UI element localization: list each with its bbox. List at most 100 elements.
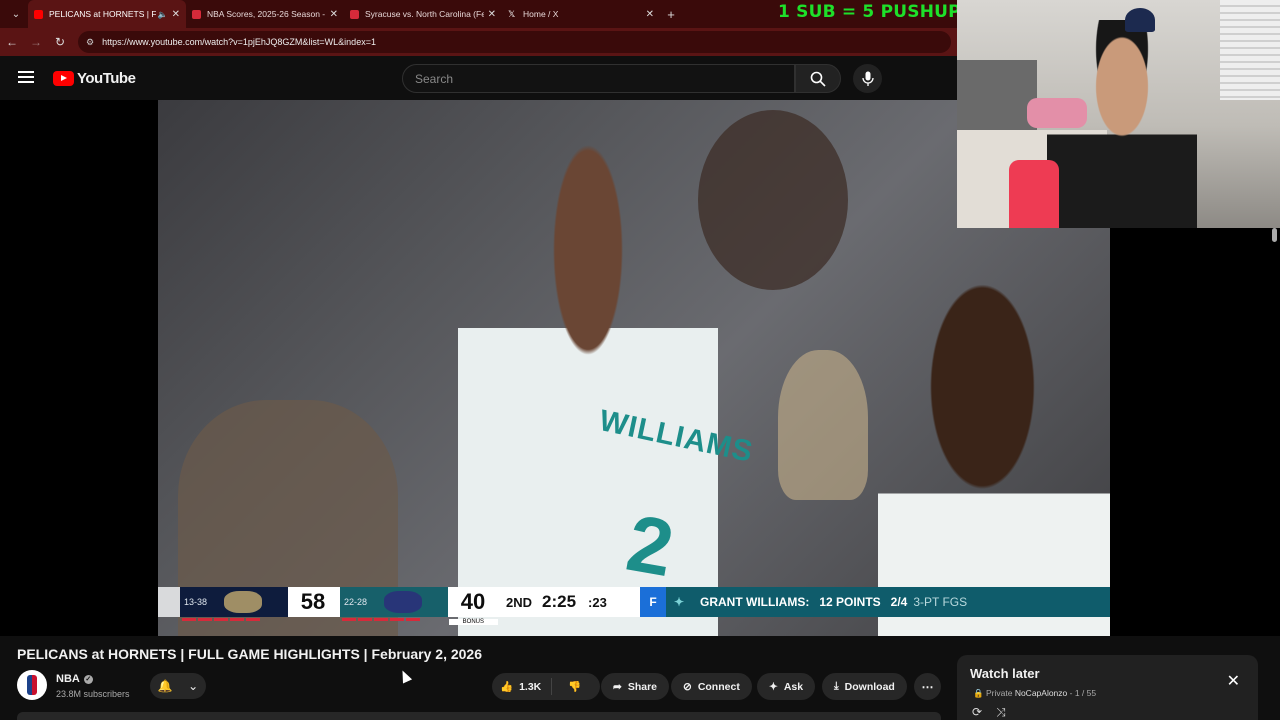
scorebug-edge xyxy=(158,587,180,617)
description-box[interactable] xyxy=(17,712,941,720)
tab-pelicans-hornets[interactable]: PELICANS at HORNETS | FU 🔈 ✕ xyxy=(28,0,186,28)
tab-syracuse-unc[interactable]: Syracuse vs. North Carolina (Fe ✕ xyxy=(344,0,502,28)
playlist-controls: ⟳⤨ xyxy=(972,705,1020,720)
espn-favicon-icon xyxy=(192,9,201,19)
like-button[interactable]: 👍 1.3K xyxy=(492,678,553,695)
sponsor-shield-icon: F xyxy=(640,587,666,617)
loop-icon[interactable]: ⟳ xyxy=(972,705,996,719)
player-points: 12 POINTS xyxy=(819,595,881,609)
close-tab-icon[interactable]: ✕ xyxy=(488,9,496,20)
streamer-microphone xyxy=(1009,160,1059,228)
search-input[interactable]: Search xyxy=(402,64,795,93)
ask-label: Ask xyxy=(783,680,804,693)
player-name: GRANT WILLIAMS: xyxy=(700,595,810,609)
tab-nba-scores[interactable]: NBA Scores, 2025-26 Season - ✕ xyxy=(186,0,344,28)
verified-badge-icon: ✓ xyxy=(83,674,93,684)
webcam-cap xyxy=(1125,8,1155,32)
scorebug: 13-38 58 22-28 40 BONUS 2ND 2:25 :23 F ✦… xyxy=(158,587,1110,625)
close-tab-icon[interactable]: ✕ xyxy=(172,9,180,20)
menu-icon[interactable] xyxy=(18,71,34,83)
away-record: 13-38 xyxy=(184,597,208,607)
video-letterbox xyxy=(0,100,158,636)
player-image xyxy=(458,120,718,636)
home-score: 40 xyxy=(448,587,498,617)
forward-arrow-icon[interactable]: → xyxy=(24,35,48,49)
youtube-logo-text: YouTube xyxy=(77,70,136,87)
connect-label: Connect xyxy=(697,680,740,693)
tab-search-chevron-icon[interactable]: ⌄ xyxy=(4,4,28,24)
playlist-meta: 🔒 Private NoCapAlonzo - 1 / 55 xyxy=(973,688,1097,698)
ask-button[interactable]: ✦ Ask xyxy=(757,673,816,700)
download-label: Download xyxy=(844,680,895,693)
search-button[interactable] xyxy=(795,64,841,93)
more-actions-button[interactable]: ⋯ xyxy=(914,673,941,700)
channel-name[interactable]: NBA ✓ xyxy=(56,673,93,685)
sparkle-icon: ✦ xyxy=(769,680,778,693)
channel-avatar[interactable] xyxy=(17,670,47,700)
search-icon xyxy=(810,71,826,87)
site-info-icon[interactable]: ⚙ xyxy=(86,37,94,48)
notifications-button[interactable]: 🔔 ⌄ xyxy=(150,673,206,699)
bell-icon: 🔔 xyxy=(157,679,173,693)
url-text: https://www.youtube.com/watch?v=1pjEhJQ8… xyxy=(102,37,376,47)
shuffle-icon[interactable]: ⤨ xyxy=(996,705,1020,719)
game-clock: 2ND 2:25 :23 xyxy=(500,587,640,617)
youtube-play-icon xyxy=(53,71,74,86)
close-tab-icon[interactable]: ✕ xyxy=(330,9,338,20)
playlist-position: 1 / 55 xyxy=(1074,688,1097,698)
mouse-cursor-icon xyxy=(397,668,413,684)
crowd-fan xyxy=(778,350,868,500)
channel-name-text: NBA xyxy=(56,673,80,685)
x-favicon-icon: 𝕏 xyxy=(508,8,516,19)
home-team-score: 22-28 40 BONUS xyxy=(340,587,500,625)
streamer-image xyxy=(1047,20,1197,228)
like-count: 1.3K xyxy=(519,680,542,693)
connect-button[interactable]: ⊘ Connect xyxy=(671,673,752,700)
share-arrow-icon: ➦ xyxy=(613,680,622,693)
playlist-title[interactable]: Watch later xyxy=(970,666,1040,681)
player-image xyxy=(878,280,1110,636)
connect-icon: ⊘ xyxy=(683,680,692,693)
download-button[interactable]: ⤓ Download xyxy=(822,673,907,700)
address-bar-row: ← → ↻ ⚙ https://www.youtube.com/watch?v=… xyxy=(0,28,957,56)
dislike-button[interactable]: 👎 xyxy=(558,680,581,693)
espn-favicon-icon xyxy=(350,9,359,19)
close-tab-icon[interactable]: ✕ xyxy=(646,9,654,20)
share-label: Share xyxy=(627,680,657,693)
thumbs-down-icon: 👎 xyxy=(568,681,582,693)
home-record: 22-28 xyxy=(344,597,368,607)
playlist-panel: Watch later 🔒 Private NoCapAlonzo - 1 / … xyxy=(957,655,1258,720)
hornets-small-logo-icon: ✦ xyxy=(673,595,685,609)
youtube-header: YouTube Search xyxy=(0,56,957,100)
reload-icon[interactable]: ↻ xyxy=(48,35,72,49)
timeouts-indicator xyxy=(182,618,260,621)
youtube-favicon-icon xyxy=(34,9,43,19)
quarter: 2ND xyxy=(506,594,533,610)
sidebar-area xyxy=(1110,228,1280,636)
nba-logo-icon xyxy=(27,675,37,695)
tab-home-x[interactable]: 𝕏 Home / X ✕ xyxy=(502,0,660,28)
new-tab-button[interactable]: + xyxy=(660,7,682,22)
close-icon[interactable]: ✕ xyxy=(1227,671,1240,691)
playlist-owner[interactable]: NoCapAlonzo xyxy=(1015,688,1067,698)
url-field[interactable]: ⚙ https://www.youtube.com/watch?v=1pjEhJ… xyxy=(78,31,951,53)
scrollbar-thumb[interactable] xyxy=(1272,228,1277,242)
away-team-score: 13-38 58 xyxy=(180,587,340,621)
youtube-logo[interactable]: YouTube xyxy=(53,70,136,87)
tab-title: PELICANS at HORNETS | FU xyxy=(49,9,156,19)
pelicans-logo-icon xyxy=(224,591,262,613)
speaker-icon[interactable]: 🔈 xyxy=(158,10,168,19)
tab-title: Home / X xyxy=(523,9,559,19)
crowd-fan xyxy=(698,110,848,290)
back-arrow-icon[interactable]: ← xyxy=(0,35,24,49)
webcam-blinds xyxy=(1220,0,1280,100)
microphone-icon xyxy=(861,71,874,86)
player-fg: 2/4 xyxy=(890,595,908,609)
share-button[interactable]: ➦ Share xyxy=(601,673,669,700)
more-dots-icon: ⋯ xyxy=(921,679,934,694)
webcam-overlay xyxy=(957,0,1280,228)
player-stat-banner: ✦ GRANT WILLIAMS: 12 POINTS 2/4 3-PT FGS xyxy=(666,587,1110,617)
download-icon: ⤓ xyxy=(834,680,839,692)
voice-search-button[interactable] xyxy=(853,64,882,93)
player-fg-label: 3-PT FGS xyxy=(913,595,968,609)
